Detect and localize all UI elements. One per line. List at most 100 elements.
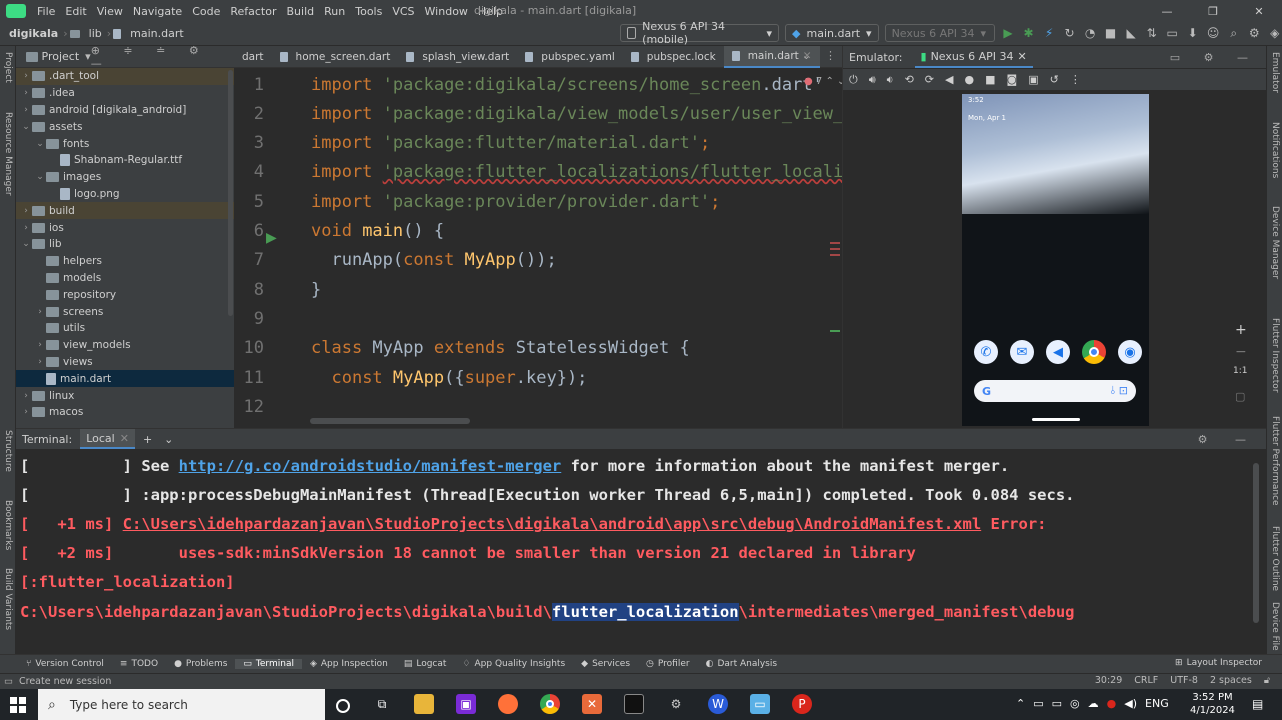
code-line[interactable]: 12 bbox=[234, 392, 842, 421]
chevron-icon[interactable]: › bbox=[20, 391, 32, 401]
flutter-performance-tool-label[interactable]: Flutter Performance bbox=[1270, 416, 1280, 506]
tool-tab-profiler[interactable]: ◷ Profiler bbox=[638, 659, 698, 669]
tree-item[interactable]: › macos bbox=[16, 404, 234, 421]
minimize-icon[interactable]: — bbox=[1144, 5, 1190, 18]
terminal-scrollbar[interactable] bbox=[1253, 463, 1259, 623]
chevron-icon[interactable]: › bbox=[20, 71, 32, 81]
breadcrumb-lib[interactable]: lib bbox=[86, 27, 105, 40]
chevron-down-icon[interactable]: ⌄ bbox=[164, 433, 173, 446]
cortana-icon[interactable] bbox=[336, 698, 350, 713]
tree-item[interactable]: helpers bbox=[16, 253, 234, 270]
chevron-icon[interactable]: › bbox=[34, 340, 46, 350]
menu-vcs[interactable]: VCS bbox=[387, 5, 419, 18]
code-line[interactable]: 8} bbox=[234, 275, 842, 304]
menu-run[interactable]: Run bbox=[319, 5, 350, 18]
rotate-left-icon[interactable]: ⟲ bbox=[905, 73, 914, 86]
tool-tab-todo[interactable]: ≡ TODO bbox=[112, 659, 166, 669]
project-panel-actions[interactable]: ⊕ ≑ ≐ ⚙ — bbox=[91, 44, 226, 70]
emulator-header-actions[interactable]: ▭ ⚙ — bbox=[1170, 51, 1258, 64]
tree-item[interactable]: › ios bbox=[16, 219, 234, 236]
notifications-tool-label[interactable]: Notifications bbox=[1270, 122, 1280, 178]
run-icon[interactable]: ▶ bbox=[1001, 25, 1016, 41]
camera-app-icon[interactable]: ◉ bbox=[1118, 340, 1142, 364]
terminal-link[interactable]: http://g.co/androidstudio/manifest-merge… bbox=[179, 457, 562, 475]
sync-icon[interactable]: ⇅ bbox=[1144, 25, 1159, 41]
tool-tab-dart-analysis[interactable]: ◐ Dart Analysis bbox=[698, 659, 785, 669]
menu-build[interactable]: Build bbox=[282, 5, 320, 18]
chrome-icon[interactable] bbox=[1082, 340, 1106, 364]
code-line[interactable]: 2 import 'package:digikala/view_models/us… bbox=[234, 99, 842, 128]
chevron-icon[interactable]: › bbox=[20, 223, 32, 233]
project-tool-label[interactable]: Project bbox=[3, 52, 13, 83]
gesture-bar[interactable] bbox=[1032, 418, 1080, 421]
code-line[interactable]: 5 import 'package:provider/provider.dart'… bbox=[234, 187, 842, 216]
code-line[interactable]: 4 import 'package:flutter_localizations/f… bbox=[234, 158, 842, 187]
project-view-title[interactable]: Project bbox=[42, 50, 80, 63]
flutter-outline-tool-label[interactable]: Flutter Outline bbox=[1270, 526, 1280, 591]
code-line[interactable]: 10 class MyApp extends StatelessWidget { bbox=[234, 334, 842, 363]
account-icon[interactable]: ☺ bbox=[1206, 25, 1221, 41]
editor-tab[interactable]: pubspec.yaml bbox=[517, 46, 623, 68]
inspection-widget[interactable]: ● 7 ⌃ ⌄ bbox=[804, 76, 845, 87]
tree-item[interactable]: ⌄ lib bbox=[16, 236, 234, 253]
chevron-icon[interactable]: ⌄ bbox=[34, 172, 46, 182]
tab-list-icon[interactable]: ⌄ bbox=[802, 49, 811, 62]
notification-center-icon[interactable]: ▤ bbox=[1252, 697, 1263, 711]
new-tab-icon[interactable]: + bbox=[143, 433, 152, 446]
app-icon[interactable]: ✕ bbox=[582, 694, 602, 714]
settings-app-icon[interactable]: ⚙ bbox=[666, 694, 686, 714]
remote-desktop-icon[interactable]: ▭ bbox=[750, 694, 770, 714]
editor-h-scrollbar[interactable] bbox=[310, 418, 470, 424]
code-line[interactable]: 1 import 'package:digikala/screens/home_s… bbox=[234, 70, 842, 99]
zoom-out-icon[interactable]: − bbox=[1235, 344, 1247, 360]
close-icon[interactable]: ✕ bbox=[1236, 5, 1282, 18]
rotate-right-icon[interactable]: ⟳ bbox=[925, 73, 934, 86]
device-file-tool-label[interactable]: Device File bbox=[1270, 602, 1280, 651]
firefox-icon[interactable] bbox=[498, 694, 518, 714]
device-selector[interactable]: Nexus 6 API 34 (mobile) ▾ bbox=[620, 20, 780, 46]
tree-item[interactable]: utils bbox=[16, 320, 234, 337]
terminal-output[interactable]: [ ] See http://g.co/androidstudio/manife… bbox=[20, 451, 1266, 626]
tray-app-icon[interactable]: ▭ bbox=[1033, 697, 1043, 710]
tree-item[interactable]: ⌄ images bbox=[16, 169, 234, 186]
code-line[interactable]: 11 const MyApp({super .key}); bbox=[234, 363, 842, 392]
tree-item[interactable]: main.dart bbox=[16, 370, 234, 388]
jetbrains-icon[interactable]: ▣ bbox=[456, 694, 476, 714]
tree-item[interactable]: logo.png bbox=[16, 186, 234, 203]
menu-window[interactable]: Window bbox=[420, 5, 473, 18]
menu-view[interactable]: View bbox=[92, 5, 128, 18]
windows-start-icon[interactable] bbox=[10, 697, 26, 713]
tree-item[interactable]: › android [digikala_android] bbox=[16, 102, 234, 119]
tree-item[interactable]: › screens bbox=[16, 303, 234, 320]
editor-tab[interactable]: home_screen.dart bbox=[272, 46, 399, 68]
structure-tool-label[interactable]: Structure bbox=[3, 430, 13, 472]
menu-file[interactable]: File bbox=[32, 5, 60, 18]
change-stripe-mark[interactable] bbox=[830, 330, 840, 332]
code-line[interactable]: 7 runApp(const MyApp ()); bbox=[234, 246, 842, 275]
layout-inspector-button[interactable]: ⊞ Layout Inspector bbox=[1167, 658, 1270, 668]
maximize-icon[interactable]: ❐ bbox=[1190, 5, 1236, 18]
emulator-tool-label[interactable]: Emulator bbox=[1270, 52, 1280, 93]
search-everywhere-icon[interactable]: ⌕ bbox=[1226, 25, 1241, 41]
home-icon[interactable]: ● bbox=[964, 73, 974, 86]
file-explorer-icon[interactable] bbox=[414, 694, 434, 714]
file-encoding[interactable]: UTF-8 bbox=[1170, 675, 1198, 686]
menu-navigate[interactable]: Navigate bbox=[128, 5, 187, 18]
bookmarks-tool-label[interactable]: Bookmarks bbox=[3, 500, 13, 550]
editor-tab[interactable]: pubspec.lock bbox=[623, 46, 724, 68]
plugin-icon[interactable]: ◈ bbox=[1267, 25, 1282, 41]
emulator-device-selector[interactable]: Nexus 6 API 34 ▾ bbox=[884, 24, 995, 42]
stop-icon[interactable]: ■ bbox=[1103, 25, 1118, 41]
emulator-screen[interactable]: 3:52 Mon, Apr 1 ✆ ✉ ◀ ◉ G ⫰ ⊡ bbox=[962, 94, 1149, 426]
volume-down-icon[interactable]: 🔉︎ bbox=[887, 73, 894, 87]
tool-tab-services[interactable]: ◆ Services bbox=[573, 659, 638, 669]
tree-item[interactable]: › .dart_tool bbox=[16, 68, 234, 85]
build-variants-tool-label[interactable]: Build Variants bbox=[3, 568, 13, 630]
hot-reload-icon[interactable]: ⚡ bbox=[1042, 25, 1057, 41]
close-icon[interactable]: ✕ bbox=[120, 432, 129, 445]
chevron-icon[interactable]: › bbox=[34, 357, 46, 367]
tree-item[interactable]: ⌄ assets bbox=[16, 118, 234, 135]
chevron-icon[interactable]: ⌄ bbox=[20, 122, 32, 132]
breadcrumb-project[interactable]: digikala bbox=[6, 27, 61, 40]
terminal-header-actions[interactable]: ⚙ — bbox=[1198, 433, 1258, 446]
